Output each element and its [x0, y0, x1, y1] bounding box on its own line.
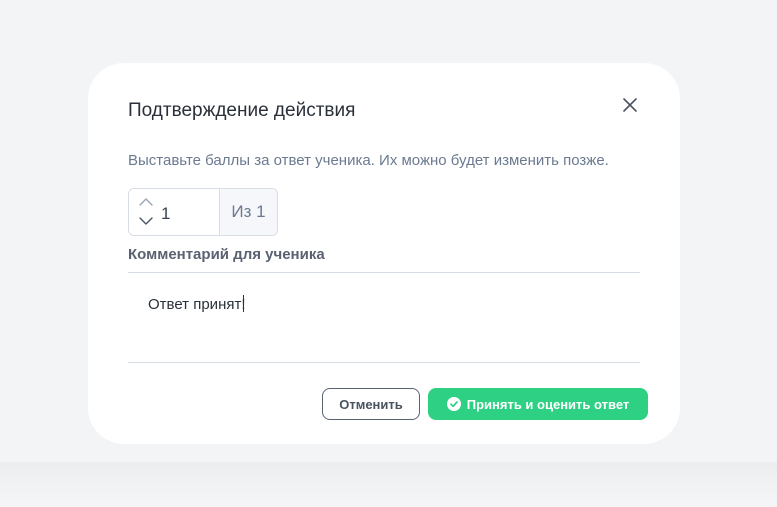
close-icon	[623, 98, 637, 112]
comment-label: Комментарий для ученика	[128, 246, 325, 263]
accept-button-label: Принять и оценить ответ	[466, 396, 630, 412]
chevron-up-icon[interactable]	[138, 197, 154, 207]
check-circle-icon	[446, 397, 461, 411]
comment-value: Ответ принят!	[148, 296, 246, 313]
text-caret	[242, 295, 244, 312]
dialog-title: Подтверждение действия	[128, 100, 356, 121]
chevron-down-icon[interactable]	[138, 216, 154, 226]
dialog-description: Выставьте баллы за ответ ученика. Их мож…	[128, 152, 609, 169]
comment-textarea[interactable]: Ответ принят!	[148, 295, 246, 313]
cancel-button[interactable]: Отменить	[322, 388, 420, 420]
score-max-label: Из 1	[219, 189, 277, 235]
score-field: 1 Из 1	[128, 188, 278, 236]
confirmation-dialog: Подтверждение действия Выставьте баллы з…	[88, 63, 680, 444]
score-input[interactable]: 1	[161, 204, 170, 224]
close-button[interactable]	[620, 95, 640, 115]
accept-button[interactable]: Принять и оценить ответ	[428, 388, 648, 420]
score-stepper[interactable]: 1	[129, 189, 219, 235]
comment-top-divider	[128, 272, 640, 273]
page-backdrop	[0, 462, 777, 507]
comment-bottom-divider	[128, 362, 640, 363]
